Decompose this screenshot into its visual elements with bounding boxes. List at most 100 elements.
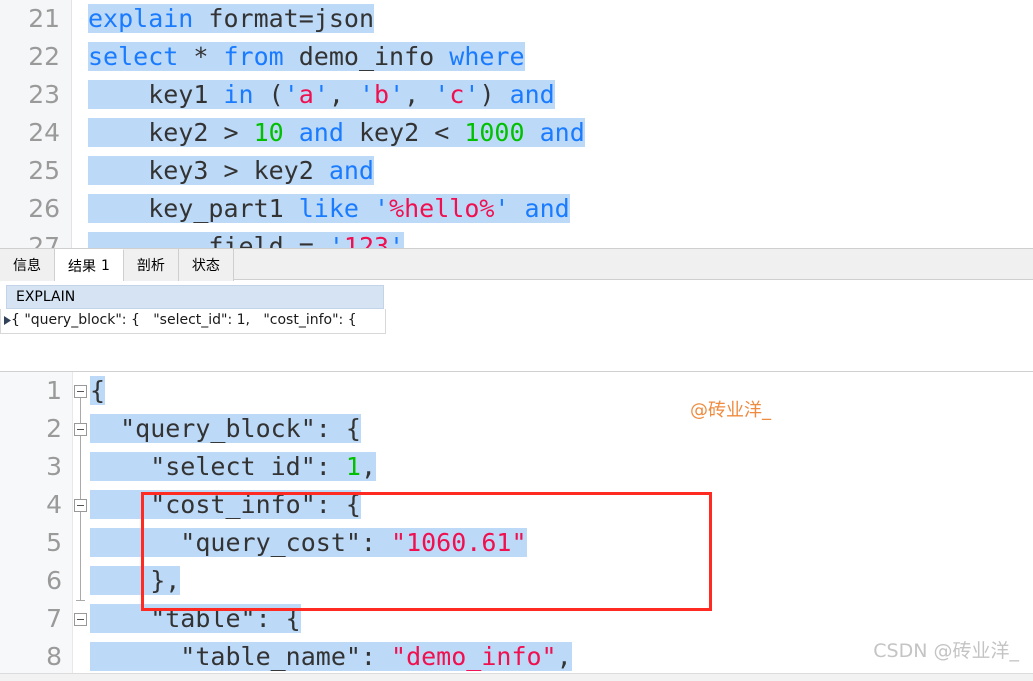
code-token: from bbox=[223, 42, 284, 71]
code-token: "1060.61" bbox=[391, 528, 527, 557]
tab-3[interactable]: 状态 bbox=[178, 249, 234, 281]
sql-line-number: 24 bbox=[28, 118, 60, 147]
code-token: key1 bbox=[88, 80, 224, 109]
json-line[interactable]: 4 "cost_info": { bbox=[0, 486, 1033, 524]
sql-line-number: 27 bbox=[28, 232, 60, 248]
fold-collapse-icon[interactable] bbox=[74, 423, 87, 436]
code-token: demo_info bbox=[283, 42, 450, 71]
code-token: field = bbox=[88, 232, 329, 248]
grid-cell-explain-json[interactable]: { "query_block": { "select_id": 1, "cost… bbox=[11, 309, 357, 332]
code-token: "table_name": bbox=[90, 642, 392, 671]
results-tabs[interactable]: 信息 结果 1 剖析 状态 bbox=[0, 249, 234, 281]
code-token: { bbox=[90, 376, 106, 405]
json-line[interactable]: 5 "query_cost": "1060.61" bbox=[0, 524, 1033, 562]
sql-editor-pane[interactable]: 21 explain format=json 22 select * from dem… bbox=[0, 0, 1033, 248]
code-token: }, bbox=[90, 566, 181, 595]
code-token: format bbox=[208, 4, 299, 33]
code-token: = bbox=[298, 4, 314, 33]
tab-label: 结果 bbox=[68, 258, 96, 275]
code-token: a bbox=[298, 80, 314, 109]
code-token: and bbox=[298, 118, 344, 147]
code-token: key_part1 bbox=[88, 194, 299, 223]
screenshot-root: 21 explain format=json 22 select * from dem… bbox=[0, 0, 1033, 681]
table-row[interactable]: { "query_block": { "select_id": 1, "cost… bbox=[0, 309, 386, 334]
code-token: ' bbox=[358, 80, 375, 109]
json-line[interactable]: 6 }, bbox=[0, 562, 1033, 600]
code-token: key2 > bbox=[88, 118, 254, 147]
json-line-number: 3 bbox=[46, 452, 62, 481]
sql-line[interactable]: 22 select * from demo_info where bbox=[0, 38, 1033, 76]
code-token: key2 < bbox=[343, 118, 465, 147]
code-token: "select id": bbox=[90, 452, 346, 481]
selection-highlight: "table": { bbox=[90, 604, 301, 633]
code-token: "cost_info": { bbox=[90, 490, 361, 519]
code-token: like bbox=[298, 194, 359, 223]
code-token: b bbox=[374, 80, 390, 109]
sql-line-number: 26 bbox=[28, 194, 60, 223]
code-token: ' bbox=[494, 194, 510, 223]
selection-highlight: }, bbox=[90, 566, 181, 595]
code-token: , bbox=[360, 452, 376, 481]
code-token: where bbox=[449, 42, 525, 71]
sql-line[interactable]: 26 key_part1 like '%hello%' and bbox=[0, 190, 1033, 228]
code-token: , bbox=[328, 80, 359, 109]
json-viewer-lines[interactable]: 1{2 "query_block": {3 "select id": 1, 4 "… bbox=[0, 372, 1033, 675]
code-token: "query_block": { bbox=[90, 414, 361, 443]
grid-column-header-explain[interactable]: EXPLAIN bbox=[6, 285, 384, 309]
selection-highlight: field = '123' bbox=[88, 232, 405, 248]
code-token: "query_cost": bbox=[90, 528, 392, 557]
sql-line[interactable]: 27 field = '123' bbox=[0, 228, 1033, 248]
json-line[interactable]: 2 "query_block": { bbox=[0, 410, 1033, 448]
tab-1[interactable]: 结果 1 bbox=[55, 249, 124, 281]
code-token: and bbox=[539, 118, 585, 147]
result-grid[interactable]: EXPLAIN { "query_block": { "select_id": … bbox=[0, 281, 1033, 371]
fold-collapse-icon[interactable] bbox=[74, 499, 87, 512]
code-token: "demo_info" bbox=[391, 642, 557, 671]
selection-highlight: { bbox=[90, 376, 106, 405]
sql-line[interactable]: 21 explain format=json bbox=[0, 0, 1033, 38]
json-viewer-pane[interactable]: 1{2 "query_block": {3 "select id": 1, 4 "… bbox=[0, 372, 1033, 675]
code-token: ' bbox=[464, 80, 480, 109]
tab-label: 剖析 bbox=[136, 258, 165, 274]
sql-line-number: 22 bbox=[28, 42, 60, 71]
results-tab-bar[interactable]: 信息 结果 1 剖析 状态 bbox=[0, 248, 1033, 281]
code-token: in bbox=[223, 80, 254, 109]
inline-watermark: @砖业洋_ bbox=[690, 400, 771, 421]
fold-collapse-icon[interactable] bbox=[74, 613, 87, 626]
json-line[interactable]: 3 "select id": 1, bbox=[0, 448, 1033, 486]
bottom-status-strip bbox=[0, 673, 1033, 681]
tab-0[interactable]: 信息 bbox=[0, 249, 55, 281]
tab-count-badge: 1 bbox=[101, 257, 110, 274]
sql-line[interactable]: 23 key1 in ('a', 'b', 'c') and bbox=[0, 76, 1033, 114]
code-token: json bbox=[313, 4, 375, 33]
json-line-number: 6 bbox=[46, 566, 62, 595]
code-token: explain bbox=[88, 4, 194, 33]
sql-line-number: 25 bbox=[28, 156, 60, 185]
code-token: %hello% bbox=[389, 194, 495, 223]
sql-editor-lines[interactable]: 21 explain format=json 22 select * from dem… bbox=[0, 0, 1033, 248]
fold-collapse-icon[interactable] bbox=[74, 385, 87, 398]
code-token: ' bbox=[328, 232, 344, 248]
code-token: ) bbox=[479, 80, 510, 109]
json-line[interactable]: 7 "table": { bbox=[0, 600, 1033, 638]
code-token: ' bbox=[374, 194, 390, 223]
tab-2[interactable]: 剖析 bbox=[123, 249, 179, 281]
code-token: , bbox=[404, 80, 435, 109]
tab-label: 状态 bbox=[191, 258, 220, 274]
code-token: and bbox=[524, 194, 570, 223]
sql-line[interactable]: 24 key2 > 10 and key2 < 1000 and bbox=[0, 114, 1033, 152]
json-line-number: 4 bbox=[46, 490, 62, 519]
json-line[interactable]: 1{ bbox=[0, 372, 1033, 410]
selection-highlight: "table_name": "demo_info", bbox=[90, 642, 572, 671]
sql-line[interactable]: 25 key3 > key2 and bbox=[0, 152, 1033, 190]
corner-watermark: CSDN @砖业洋_ bbox=[873, 640, 1019, 662]
json-line-number: 5 bbox=[46, 528, 62, 557]
selection-highlight: "query_block": { bbox=[90, 414, 361, 443]
code-token: c bbox=[449, 80, 465, 109]
json-line-number: 2 bbox=[46, 414, 62, 443]
